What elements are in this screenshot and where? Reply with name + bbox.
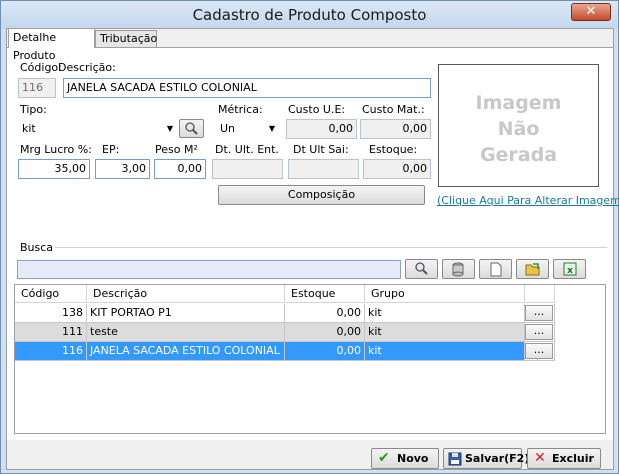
cell-estoque: 0,00: [285, 304, 365, 323]
cell-descricao: teste: [87, 323, 285, 342]
window-title: Cadastro de Produto Composto: [192, 6, 427, 24]
cell-estoque: 0,00: [285, 342, 365, 361]
peso-label: Peso M²: [155, 143, 198, 156]
table-row[interactable]: 116 JANELA SACADA ESTILO COLONIAL 0,00 k…: [15, 342, 555, 361]
estoque-field[interactable]: 0,00: [363, 159, 431, 179]
cell-action: ...: [525, 304, 555, 323]
search-icon: [185, 122, 198, 135]
app-window: Cadastro de Produto Composto ✕ Detalhe P…: [0, 0, 619, 474]
ep-label: EP:: [102, 143, 120, 156]
custo-ue-field[interactable]: 0,00: [286, 119, 357, 139]
novo-button-label: Novo: [397, 452, 429, 465]
alterar-imagem-link[interactable]: (Clique Aqui Para Alterar Imagem): [437, 194, 619, 207]
cell-codigo: 111: [15, 323, 87, 342]
mrg-lucro-label: Mrg Lucro %:: [20, 143, 92, 156]
tipo-label: Tipo:: [20, 103, 47, 116]
tipo-search-button[interactable]: [179, 119, 204, 138]
tipo-select-value: kit: [22, 122, 36, 135]
salvar-button-label: Salvar(F2): [465, 452, 530, 465]
cell-estoque: 0,00: [285, 323, 365, 342]
composicao-button[interactable]: Composição: [218, 185, 425, 205]
new-document-button[interactable]: [479, 259, 512, 279]
col-estoque[interactable]: Estoque: [285, 285, 365, 303]
svg-text:x: x: [567, 266, 573, 276]
cell-grupo: kit: [365, 323, 525, 342]
cell-action: ...: [525, 342, 555, 361]
codigo-field[interactable]: 116: [18, 78, 56, 98]
chevron-down-icon: ▼: [166, 124, 173, 133]
product-image[interactable]: Imagem Não Gerada: [438, 64, 599, 187]
title-bar: Cadastro de Produto Composto ✕: [1, 1, 618, 28]
metrica-select[interactable]: Un ▼: [216, 119, 279, 139]
salvar-button[interactable]: Salvar(F2): [443, 448, 529, 469]
busca-search-button[interactable]: [405, 259, 438, 279]
cell-codigo: 138: [15, 304, 87, 323]
cell-descricao: KIT PORTAO P1: [87, 304, 285, 323]
image-placeholder-line1: Imagem: [475, 92, 562, 114]
excluir-button[interactable]: ✕ Excluir: [527, 448, 601, 469]
image-placeholder-line3: Gerada: [479, 144, 558, 166]
descricao-label: Descrição:: [58, 61, 116, 74]
metrica-select-value: Un: [220, 122, 236, 135]
descricao-field[interactable]: JANELA SACADA ESTILO COLONIAL: [63, 78, 431, 98]
col-grupo[interactable]: Grupo: [365, 285, 525, 303]
metrica-label: Métrica:: [218, 103, 263, 116]
busca-input[interactable]: [17, 260, 401, 279]
tab-strip: Detalhe Produto Tributação: [7, 28, 613, 62]
folder-open-icon: [525, 263, 540, 276]
cell-codigo: 116: [15, 342, 87, 361]
custo-mat-field[interactable]: 0,00: [360, 119, 431, 139]
col-codigo[interactable]: Código: [15, 285, 87, 303]
footer-bar: ✔ Novo Salvar(F2) ✕ Excluir: [7, 440, 613, 469]
dt-ult-sai-label: Dt Ult Sai:: [293, 143, 349, 156]
row-details-button[interactable]: ...: [525, 343, 553, 359]
tab-detalhe-produto[interactable]: Detalhe Produto: [8, 28, 95, 62]
ep-field[interactable]: 3,00: [95, 159, 150, 179]
row-details-button[interactable]: ...: [525, 305, 553, 321]
checkmark-icon: ✔: [378, 450, 390, 466]
tipo-select[interactable]: kit ▼: [18, 119, 177, 139]
col-descricao[interactable]: Descrição: [87, 285, 285, 303]
busca-label: Busca: [20, 241, 56, 254]
cell-action: ...: [525, 323, 555, 342]
busca-separator: [47, 247, 607, 248]
floppy-disk-icon: [448, 452, 462, 466]
image-placeholder-line2: Não: [497, 118, 540, 140]
excluir-button-label: Excluir: [552, 452, 594, 465]
produtos-grid: Código Descrição Estoque Grupo 138 KIT P…: [14, 284, 606, 434]
table-row[interactable]: 111 teste 0,00 kit ...: [15, 323, 555, 342]
mrg-lucro-field[interactable]: 35,00: [18, 159, 90, 179]
novo-button[interactable]: ✔ Novo: [371, 448, 439, 469]
database-button[interactable]: [442, 259, 475, 279]
table-row[interactable]: 138 KIT PORTAO P1 0,00 kit ...: [15, 304, 555, 323]
new-document-icon: [490, 262, 502, 277]
custo-ue-label: Custo U.E:: [288, 103, 346, 116]
export-excel-button[interactable]: x: [553, 259, 586, 279]
excel-icon: x: [563, 262, 577, 276]
custo-mat-label: Custo Mat.:: [362, 103, 425, 116]
row-details-button[interactable]: ...: [525, 324, 553, 340]
client-area: Detalhe Produto Tributação Código: Descr…: [6, 28, 619, 470]
chevron-down-icon: ▼: [268, 124, 275, 133]
col-action: [525, 285, 555, 303]
dt-ult-ent-label: Dt. Ult. Ent.: [215, 143, 279, 156]
database-icon: [452, 262, 464, 277]
cell-descricao: JANELA SACADA ESTILO COLONIAL: [87, 342, 285, 361]
tab-tributacao[interactable]: Tributação: [95, 30, 157, 48]
cell-grupo: kit: [365, 304, 525, 323]
search-icon: [415, 262, 428, 275]
detalhe-produto-panel: Código: Descrição: 116 JANELA SACADA EST…: [7, 47, 619, 440]
estoque-label: Estoque:: [369, 143, 418, 156]
dt-ult-sai-field[interactable]: [288, 159, 359, 179]
close-icon: ✕: [534, 450, 546, 466]
open-folder-button[interactable]: [516, 259, 549, 279]
peso-field[interactable]: 0,00: [154, 159, 206, 179]
dt-ult-ent-field[interactable]: [212, 159, 283, 179]
cell-grupo: kit: [365, 342, 525, 361]
close-button[interactable]: ✕: [571, 3, 611, 21]
